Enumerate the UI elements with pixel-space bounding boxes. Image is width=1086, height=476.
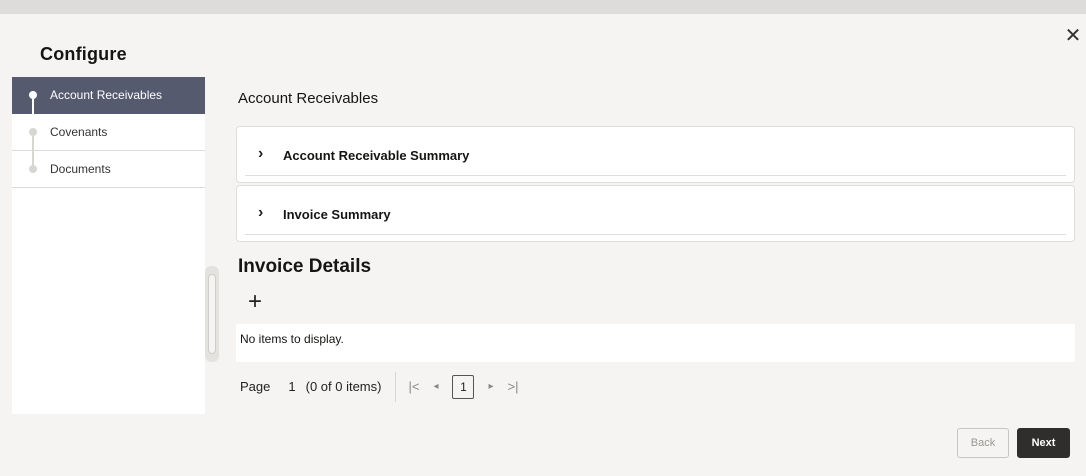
scrollbar[interactable] [205, 266, 219, 362]
page-label: Page [240, 379, 271, 394]
sidebar-nav: Account Receivables Covenants Documents [12, 77, 205, 414]
close-icon[interactable]: ✕ [1064, 26, 1082, 46]
chevron-right-icon: › [258, 145, 264, 162]
accordion-account-receivable-summary[interactable]: › Account Receivable Summary [236, 126, 1075, 183]
pager-divider [395, 372, 397, 402]
scrollbar-thumb[interactable] [208, 274, 216, 354]
first-page-icon[interactable]: |< [408, 374, 419, 400]
page-value: 1 [288, 379, 296, 394]
pagination: Page 1 (0 of 0 items) |< ◂ 1 ▸ >| [240, 372, 532, 402]
next-page-icon[interactable]: ▸ [488, 374, 493, 400]
sidebar-item-account-receivables[interactable]: Account Receivables [12, 77, 205, 129]
sidebar-item-label: Account Receivables [50, 88, 163, 102]
page-number-button[interactable]: 1 [452, 375, 475, 399]
prev-page-icon[interactable]: ◂ [433, 374, 438, 400]
chevron-right-icon: › [258, 204, 264, 221]
divider [245, 175, 1066, 176]
accordion-label: Invoice Summary [283, 207, 391, 222]
dialog-title: Configure [40, 44, 127, 64]
step-dot-icon [29, 128, 37, 136]
empty-table-message: No items to display. [236, 324, 1075, 362]
last-page-icon[interactable]: >| [508, 374, 519, 400]
back-button[interactable]: Back [957, 428, 1009, 458]
next-button[interactable]: Next [1017, 428, 1070, 458]
items-count: (0 of 0 items) [305, 379, 382, 394]
section-title: Account Receivables [238, 90, 379, 107]
accordion-label: Account Receivable Summary [283, 148, 470, 163]
sidebar-item-label: Covenants [50, 125, 108, 139]
sidebar-item-documents[interactable]: Documents [12, 151, 205, 188]
invoice-details-heading: Invoice Details [238, 256, 372, 277]
step-dot-icon [29, 165, 37, 173]
top-strip [0, 0, 1086, 14]
step-dot-icon [29, 91, 37, 99]
accordion-invoice-summary[interactable]: › Invoice Summary [236, 185, 1075, 242]
divider [245, 234, 1066, 235]
sidebar-item-label: Documents [50, 162, 111, 176]
add-icon[interactable]: + [248, 290, 272, 315]
sidebar-item-covenants[interactable]: Covenants [12, 114, 205, 166]
